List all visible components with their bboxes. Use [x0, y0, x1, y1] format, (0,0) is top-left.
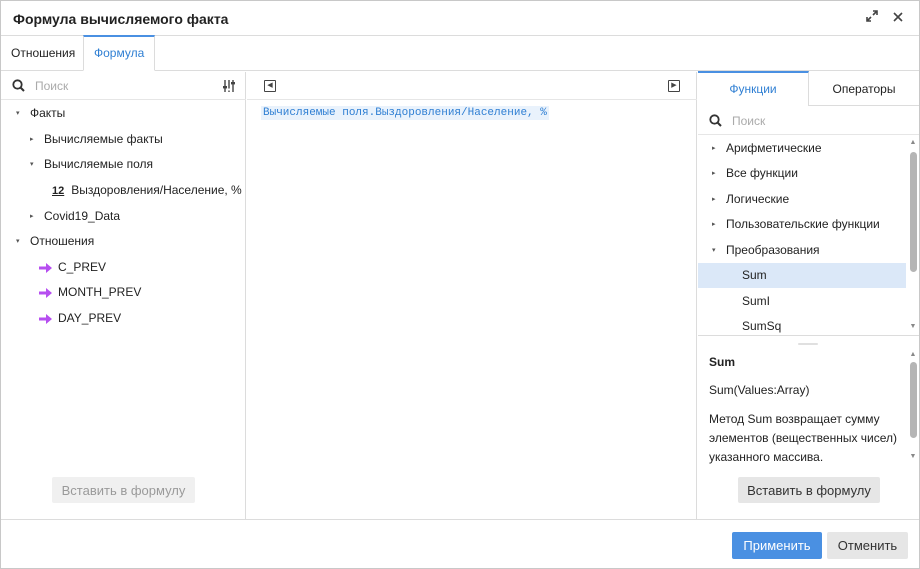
tree-node-label: MONTH_PREV: [58, 285, 142, 299]
tree-node-label: Вычисляемые поля: [44, 157, 154, 171]
description-text: Метод Sum возвращает сумму элементов (ве…: [709, 412, 898, 464]
title-bar: Формула вычисляемого факта: [1, 1, 919, 36]
functions-search-row: [698, 107, 919, 135]
right-tabs: Функции Операторы: [698, 71, 919, 106]
tree-node-label: Факты: [30, 106, 66, 120]
tree-node-label: Выздоровления/Население, %: [71, 183, 242, 197]
top-tabs: Отношения Формула: [1, 35, 919, 71]
caret-right-icon: ▸: [30, 135, 34, 143]
func-group-logical[interactable]: ▸ Логические: [698, 187, 906, 212]
collapse-right-panel-icon[interactable]: ▶: [668, 80, 680, 92]
func-group-user[interactable]: ▸ Пользовательские функции: [698, 212, 906, 237]
formula-editor[interactable]: ◀ ▶ Вычисляемые поля.Выздоровления/Насел…: [247, 72, 697, 519]
functions-search-input[interactable]: [732, 112, 902, 130]
tab-formula[interactable]: Формула: [83, 35, 156, 71]
insert-into-formula-button-disabled[interactable]: Вставить в формулу: [52, 477, 195, 503]
relation-arrow-icon: [39, 262, 52, 273]
description-signature: Sum(Values:Array): [709, 383, 810, 397]
tree-node-label: Отношения: [30, 234, 95, 248]
func-group-label: Логические: [726, 192, 790, 206]
func-item-sumi[interactable]: SumI: [698, 289, 906, 314]
caret-down-icon: ▾: [30, 160, 34, 168]
scroll-down-icon[interactable]: ▼: [909, 453, 917, 461]
fields-search-row: [1, 72, 246, 100]
func-group-conversions[interactable]: ▾ Преобразования: [698, 238, 906, 263]
tree-leaf-recovery-ratio[interactable]: 12 Выздоровления/Население, %: [52, 180, 242, 200]
tree-node-label: C_PREV: [58, 260, 107, 274]
collapse-left-panel-icon[interactable]: ◀: [264, 80, 276, 92]
editor-toolbar: ◀ ▶: [247, 72, 697, 100]
formula-expression[interactable]: Вычисляемые поля.Выздоровления/Население…: [261, 106, 549, 120]
functions-panel: Функции Операторы ▸ Арифметические ▸ Все ф…: [698, 71, 919, 519]
func-item-sumsq[interactable]: SumSq: [698, 314, 906, 335]
func-group-label: Пользовательские функции: [726, 217, 880, 231]
caret-down-icon: ▾: [712, 247, 716, 255]
dialog-title: Формула вычисляемого факта: [13, 11, 229, 27]
scroll-thumb[interactable]: [910, 362, 917, 438]
dialog-footer: Применить Отменить: [1, 519, 919, 568]
caret-down-icon: ▾: [16, 237, 20, 245]
caret-right-icon: ▸: [712, 221, 716, 229]
tab-operators[interactable]: Операторы: [809, 72, 919, 106]
description-title: Sum: [709, 355, 736, 369]
tree-node-facts[interactable]: ▾ Факты: [16, 103, 65, 123]
close-icon[interactable]: [889, 9, 907, 27]
tree-leaf-month-prev[interactable]: MONTH_PREV: [39, 282, 141, 302]
caret-right-icon: ▸: [30, 212, 34, 220]
cancel-button[interactable]: Отменить: [827, 532, 908, 559]
tree-node-label: Covid19_Data: [44, 209, 121, 223]
description-scrollbar[interactable]: ▲ ▼: [908, 348, 918, 468]
tree-leaf-day-prev[interactable]: DAY_PREV: [39, 308, 121, 328]
panel-splitter-handle[interactable]: [798, 343, 818, 345]
apply-button[interactable]: Применить: [732, 532, 822, 559]
caret-right-icon: ▸: [712, 170, 716, 178]
insert-into-formula-button[interactable]: Вставить в формулу: [738, 477, 880, 503]
filter-settings-icon[interactable]: [222, 79, 237, 93]
functions-list: ▸ Арифметические ▸ Все функции ▸ Логические…: [698, 136, 919, 336]
tree-node-calculated-fields[interactable]: ▾ Вычисляемые поля: [30, 154, 153, 174]
tree-node-calculated-facts[interactable]: ▸ Вычисляемые факты: [30, 129, 163, 149]
fields-search-input[interactable]: [35, 77, 205, 95]
relation-arrow-icon: [39, 287, 52, 298]
func-group-arithmetic[interactable]: ▸ Арифметические: [698, 136, 906, 161]
scroll-down-icon[interactable]: ▼: [909, 323, 917, 331]
func-item-sum[interactable]: Sum: [698, 263, 906, 288]
scroll-up-icon[interactable]: ▲: [909, 139, 917, 147]
tree-node-label: DAY_PREV: [58, 311, 122, 325]
func-group-label: Все функции: [726, 166, 798, 180]
caret-right-icon: ▸: [712, 145, 716, 153]
search-icon: [12, 79, 25, 92]
search-icon: [709, 114, 722, 127]
tree-node-covid19-data[interactable]: ▸ Covid19_Data: [30, 206, 120, 226]
relation-arrow-icon: [39, 313, 52, 324]
tree-node-relations[interactable]: ▾ Отношения: [16, 231, 94, 251]
caret-down-icon: ▾: [16, 109, 20, 117]
maximize-icon[interactable]: [863, 9, 881, 27]
tree-node-label: Вычисляемые факты: [44, 132, 163, 146]
func-group-all[interactable]: ▸ Все функции: [698, 161, 906, 186]
functions-scrollbar[interactable]: ▲ ▼: [908, 136, 918, 335]
scroll-up-icon[interactable]: ▲: [909, 351, 917, 359]
tab-relations[interactable]: Отношения: [1, 36, 85, 71]
formula-dialog: Формула вычисляемого факта Отношения Фор…: [0, 0, 920, 569]
func-group-label: Арифметические: [726, 141, 822, 155]
scroll-thumb[interactable]: [910, 152, 917, 272]
tree-leaf-c-prev[interactable]: C_PREV: [39, 257, 106, 277]
tab-functions[interactable]: Функции: [698, 71, 809, 106]
numeric-field-icon: 12: [52, 185, 65, 197]
caret-right-icon: ▸: [712, 196, 716, 204]
fields-panel: ▾ Факты ▸ Вычисляемые факты ▾ Вычисляемые п…: [1, 72, 246, 519]
func-group-label: Преобразования: [726, 243, 820, 257]
